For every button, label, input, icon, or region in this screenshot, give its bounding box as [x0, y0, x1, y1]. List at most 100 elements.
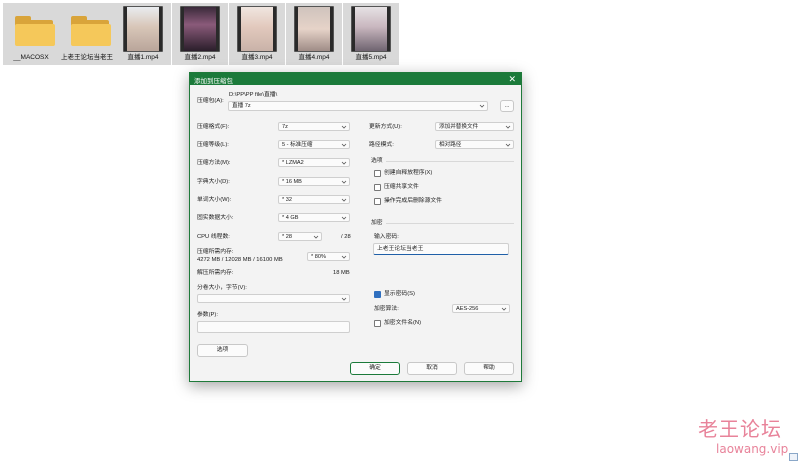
chevron-down-icon: [341, 142, 347, 148]
encrypt-method-label: 加密算法:: [374, 306, 399, 312]
ok-button[interactable]: 确定: [350, 362, 400, 375]
chevron-down-icon: [341, 197, 347, 203]
archive-name-value: 直播 7z: [232, 103, 251, 109]
cpu-label: CPU 线程数:: [197, 234, 230, 240]
mem-percent-value: * 80%: [311, 254, 326, 260]
level-label: 压缩等级(L):: [197, 142, 229, 148]
word-label: 单词大小(W):: [197, 197, 232, 203]
folder-icon: [67, 6, 111, 52]
word-select[interactable]: * 32: [278, 195, 350, 204]
close-icon[interactable]: ✕: [508, 73, 516, 85]
file-name: 直播3.mp4: [241, 54, 273, 61]
level-value: 5 - 标准压缩: [282, 142, 313, 148]
pathmode-label: 路径模式:: [369, 142, 394, 148]
folder-icon: [11, 6, 55, 52]
decomp-label: 解压所需内存:: [197, 270, 234, 276]
window-corner-icon: [789, 453, 798, 461]
chevron-down-icon: [341, 179, 347, 185]
chevron-down-icon: [341, 296, 347, 302]
file-name: 上老王论坛当老王: [61, 54, 113, 61]
video-thumbnail-icon: [294, 6, 334, 52]
encrypt-method-value: AES-256: [456, 306, 479, 312]
format-select[interactable]: 7z: [278, 122, 350, 131]
word-value: * 32: [282, 197, 292, 203]
watermark-text-cn: 老王论坛: [698, 417, 782, 441]
desktop-file-video-1[interactable]: 直播1.mp4: [115, 3, 171, 65]
pathmode-value: 相对路径: [439, 142, 462, 148]
update-label: 更新方式(U):: [369, 124, 402, 130]
help-button[interactable]: 帮助: [464, 362, 514, 375]
file-name: 直播1.mp4: [127, 54, 159, 61]
update-select[interactable]: 添加并替换文件: [435, 122, 514, 131]
chevron-down-icon: [505, 124, 511, 130]
archive-label: 压缩包(A):: [197, 98, 224, 104]
desktop-file-video-4[interactable]: 直播4.mp4: [286, 3, 342, 65]
dict-select[interactable]: * 16 MB: [278, 177, 350, 186]
delete-checkbox[interactable]: [374, 198, 381, 205]
cpu-value: * 28: [282, 234, 292, 240]
shared-checkbox[interactable]: [374, 184, 381, 191]
encrypt-method-select[interactable]: AES-256: [452, 304, 510, 313]
options-button[interactable]: 选项: [197, 344, 248, 357]
cancel-button[interactable]: 取消: [407, 362, 457, 375]
cpu-total: / 28: [341, 234, 351, 240]
video-thumbnail-icon: [351, 6, 391, 52]
file-name: 直播4.mp4: [298, 54, 330, 61]
archive-name-combo[interactable]: 直播 7z: [228, 101, 488, 111]
show-password-label: 显示密码(S): [384, 291, 415, 297]
params-input[interactable]: [197, 321, 350, 333]
desktop-folder-macosx[interactable]: __MACOSX: [3, 3, 59, 65]
chevron-down-icon: [341, 254, 347, 260]
archive-path: D:\PP\PP file\直播\: [229, 92, 278, 98]
encrypt-divider: [386, 223, 514, 224]
chevron-down-icon: [505, 142, 511, 148]
format-label: 压缩格式(F):: [197, 124, 230, 130]
file-name: 直播2.mp4: [184, 54, 216, 61]
options-group-header: 选项: [371, 158, 383, 164]
dict-value: * 16 MB: [282, 179, 302, 185]
cpu-select[interactable]: * 28: [278, 232, 322, 241]
password-value: 上老王论坛当老王: [377, 246, 424, 252]
pathmode-select[interactable]: 相对路径: [435, 140, 514, 149]
solid-select[interactable]: * 4 GB: [278, 213, 350, 222]
format-value: 7z: [282, 124, 288, 130]
encrypt-names-checkbox[interactable]: [374, 320, 381, 327]
file-name: __MACOSX: [13, 54, 49, 61]
dialog-titlebar: 添加到压缩包 ✕: [190, 73, 521, 85]
decomp-value: 18 MB: [333, 270, 350, 276]
method-value: * LZMA2: [282, 160, 304, 166]
sfx-checkbox[interactable]: [374, 170, 381, 177]
dialog-title: 添加到压缩包: [194, 78, 233, 85]
chevron-down-icon: [501, 306, 507, 312]
level-select[interactable]: 5 - 标准压缩: [278, 140, 350, 149]
solid-label: 固实数据大小:: [197, 215, 234, 221]
desktop-file-video-3[interactable]: 直播3.mp4: [229, 3, 285, 65]
desktop-file-video-2[interactable]: 直播2.mp4: [172, 3, 228, 65]
options-divider: [386, 161, 514, 162]
params-label: 参数(P):: [197, 312, 218, 318]
video-thumbnail-icon: [237, 6, 277, 52]
shared-label: 压缩共享文件: [384, 184, 419, 190]
watermark-text-en: laowang.vip: [716, 442, 789, 456]
mem-detail: 4272 MB / 12028 MB / 16100 MB: [197, 257, 283, 263]
browse-button[interactable]: ...: [500, 100, 514, 112]
desktop-file-video-5[interactable]: 直播5.mp4: [343, 3, 399, 65]
split-select[interactable]: [197, 294, 350, 303]
desktop-folder-laowang[interactable]: 上老王论坛当老王: [59, 3, 115, 65]
method-label: 压缩方法(M):: [197, 160, 231, 166]
chevron-down-icon: [313, 234, 319, 240]
split-label: 分卷大小，字节(V):: [197, 285, 247, 291]
chevron-down-icon: [479, 103, 485, 109]
show-password-checkbox[interactable]: [374, 291, 381, 298]
password-label: 输入密码:: [374, 234, 399, 240]
video-thumbnail-icon: [180, 6, 220, 52]
password-input[interactable]: 上老王论坛当老王: [373, 243, 509, 255]
file-name: 直播5.mp4: [355, 54, 387, 61]
mem-label: 压缩所需内存:: [197, 249, 234, 255]
video-thumbnail-icon: [123, 6, 163, 52]
mem-percent-select[interactable]: * 80%: [307, 252, 350, 261]
add-to-archive-dialog: 添加到压缩包 ✕ 压缩包(A): D:\PP\PP file\直播\ 直播 7z…: [189, 72, 522, 382]
method-select[interactable]: * LZMA2: [278, 158, 350, 167]
chevron-down-icon: [341, 215, 347, 221]
update-value: 添加并替换文件: [439, 124, 479, 130]
